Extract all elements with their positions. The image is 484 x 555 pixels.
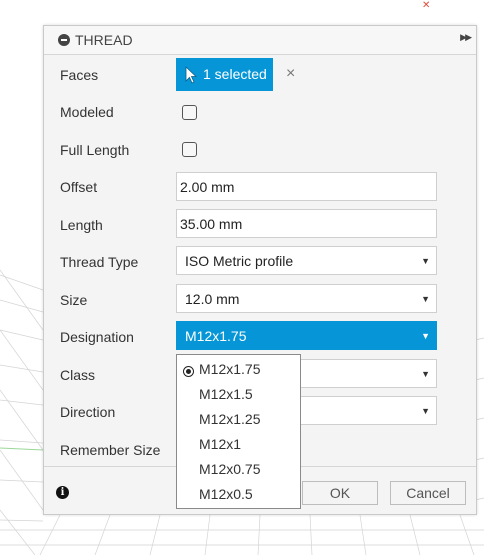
dropdown-caret-icon: ▼ bbox=[421, 256, 430, 266]
dropdown-option[interactable]: M12x0.5 bbox=[177, 480, 300, 505]
ok-button[interactable]: OK bbox=[302, 481, 378, 505]
size-label: Size bbox=[60, 292, 88, 308]
offset-value: 2.00 mm bbox=[180, 179, 235, 195]
dropdown-option[interactable]: M12x1.25 bbox=[177, 405, 300, 430]
offset-input[interactable]: 2.00 mm bbox=[176, 172, 437, 201]
radio-selected-icon bbox=[183, 366, 194, 377]
modeled-label: Modeled bbox=[60, 104, 114, 120]
viewcube-marker-icon: ✕ bbox=[422, 0, 431, 11]
option-label: M12x1 bbox=[199, 436, 242, 452]
option-label: M12x0.5 bbox=[199, 486, 253, 502]
size-value: 12.0 mm bbox=[185, 291, 240, 307]
dialog-title: THREAD bbox=[75, 32, 133, 48]
thread-type-label: Thread Type bbox=[60, 254, 139, 270]
length-label: Length bbox=[60, 217, 103, 233]
dialog-titlebar[interactable]: THREAD ▶▶ bbox=[44, 26, 476, 55]
option-label: M12x1.75 bbox=[199, 361, 261, 377]
dropdown-caret-icon: ▼ bbox=[421, 406, 430, 416]
thread-type-value: ISO Metric profile bbox=[185, 253, 294, 269]
thread-type-select[interactable]: ISO Metric profile ▼ bbox=[176, 246, 437, 275]
info-icon[interactable]: i bbox=[56, 486, 69, 499]
class-label: Class bbox=[60, 367, 96, 383]
dropdown-option[interactable]: M12x0.75 bbox=[177, 455, 300, 480]
faces-selection-label: 1 selected bbox=[203, 66, 267, 82]
dropdown-option[interactable]: M12x1 bbox=[177, 430, 300, 455]
modeled-checkbox[interactable] bbox=[182, 105, 197, 120]
designation-value: M12x1.75 bbox=[185, 328, 247, 344]
option-label: M12x1.25 bbox=[199, 411, 261, 427]
faces-label: Faces bbox=[60, 67, 99, 83]
thread-dialog: THREAD ▶▶ Faces 1 selected × Modeled Ful… bbox=[43, 25, 477, 515]
expand-panel-icon[interactable]: ▶▶ bbox=[460, 32, 472, 43]
dropdown-caret-icon: ▼ bbox=[421, 369, 430, 379]
size-select[interactable]: 12.0 mm ▼ bbox=[176, 284, 437, 313]
full-length-label: Full Length bbox=[60, 142, 130, 158]
cancel-button[interactable]: Cancel bbox=[390, 481, 466, 505]
length-input[interactable]: 35.00 mm bbox=[176, 209, 437, 238]
designation-dropdown-list: M12x1.75 M12x1.5 M12x1.25 M12x1 M12x0.75… bbox=[176, 354, 301, 509]
direction-label: Direction bbox=[60, 404, 116, 420]
cursor-arrow-icon bbox=[185, 66, 198, 84]
option-label: M12x1.5 bbox=[199, 386, 253, 402]
clear-selection-icon[interactable]: × bbox=[286, 65, 295, 83]
length-value: 35.00 mm bbox=[180, 216, 243, 232]
faces-selection-button[interactable]: 1 selected bbox=[176, 58, 273, 91]
dropdown-caret-icon: ▼ bbox=[421, 294, 430, 304]
designation-label: Designation bbox=[60, 329, 134, 345]
dropdown-option[interactable]: M12x1.5 bbox=[177, 380, 300, 405]
designation-select[interactable]: M12x1.75 ▼ bbox=[176, 321, 437, 350]
collapse-icon[interactable] bbox=[58, 34, 70, 46]
dropdown-option[interactable]: M12x1.75 bbox=[177, 355, 300, 380]
dropdown-caret-icon: ▼ bbox=[421, 331, 430, 341]
option-label: M12x0.75 bbox=[199, 461, 261, 477]
offset-label: Offset bbox=[60, 179, 98, 195]
remember-size-label: Remember Size bbox=[60, 442, 161, 458]
full-length-checkbox[interactable] bbox=[182, 142, 197, 157]
